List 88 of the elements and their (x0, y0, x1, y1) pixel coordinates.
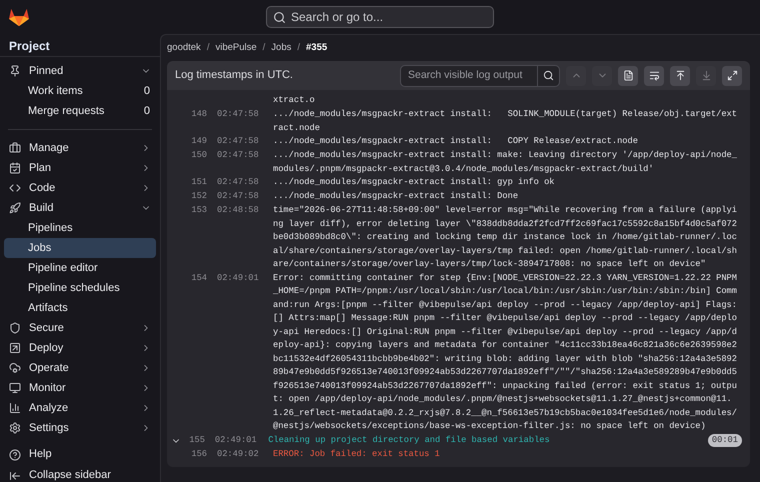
sidebar-item[interactable]: Build (4, 198, 156, 218)
log-message: xtract.o (273, 94, 316, 107)
line-number: 152 (191, 191, 207, 201)
search-icon (273, 10, 286, 24)
help-icon (9, 448, 21, 460)
scroll-bottom-icon (700, 70, 712, 81)
pin-icon (9, 65, 21, 77)
log-timestamp: 02:47:58 (217, 109, 259, 119)
breadcrumb-link[interactable]: vibePulse (215, 40, 257, 56)
log-message: .../node_modules/msgpackr-extract install: SOLINK_MODULE(target) Release/obj.target/extract.node (273, 108, 737, 134)
line-number: 148 (191, 109, 207, 119)
search-placeholder: Search or go to... (291, 9, 384, 26)
line-number: 151 (191, 177, 207, 187)
breadcrumb-separator: / (297, 40, 300, 55)
sidebar-item[interactable]: Analyze (4, 398, 156, 418)
log-timestamp: 02:49:01 (217, 272, 259, 282)
wrap-lines-icon (648, 70, 660, 81)
log-message: time="2026-06-27T11:48:58+09:00" level=error msg="While recovering from a failure (applying layer diff), error deleting layer \"838ddb8dda2f2fcd7ff2c69fac17c5592c8a15bf4d0c5af072be0d3b089bd8c0\": creating and locking temp dir instance lock in /home/gitlab-runner/.local/share/containers/storage/overlay-layers/tmp failed: open /home/gitlab-runner/.local/share/containers/storage/overlay-layers/tmp/lock-3894717808: no space left on device" (273, 204, 737, 271)
sidebar-subitem[interactable]: Jobs (4, 238, 156, 258)
sidebar-item[interactable]: Code (4, 178, 156, 198)
fullscreen-button[interactable] (722, 66, 742, 86)
sidebar-item[interactable]: Merge requests 0 (4, 101, 156, 121)
sidebar-item[interactable]: Manage (4, 138, 156, 158)
line-number: 156 (191, 448, 207, 458)
item-count: 0 (144, 104, 150, 119)
breadcrumb-link[interactable]: goodtek (167, 40, 201, 56)
breadcrumb-separator: / (206, 40, 210, 55)
line-number: 154 (191, 272, 207, 282)
monitor-icon (9, 382, 21, 394)
line-number: 153 (191, 205, 207, 215)
briefcase-icon (9, 142, 21, 154)
log-search-placeholder: Search visible log output (407, 68, 524, 83)
sidebar-item[interactable]: Operate (4, 358, 156, 378)
sidebar-item[interactable]: Settings (4, 418, 156, 438)
log-message: .../node_modules/msgpackr-extract install: gyp info ok (273, 176, 556, 189)
sidebar-section[interactable]: Pinned (4, 61, 156, 81)
sidebar-item[interactable]: Secure (4, 318, 156, 338)
log-timestamp: 02:47:58 (217, 136, 259, 146)
log-message: .../node_modules/msgpackr-extract install: COPY Release/extract.node (273, 135, 639, 148)
sidebar-subitem[interactable]: Pipeline editor (4, 258, 156, 278)
shield-icon (9, 322, 21, 334)
line-number: 149 (191, 136, 207, 146)
log-timestamp: 02:47:58 (217, 191, 259, 201)
sidebar-footer-item[interactable]: Collapse sidebar (4, 465, 156, 482)
breadcrumb-current[interactable]: #355 (306, 40, 328, 56)
fox-logo-icon[interactable] (8, 7, 30, 27)
calendar-icon (9, 162, 21, 174)
search-field[interactable]: Search or go to... (266, 6, 494, 28)
code-icon (9, 182, 21, 194)
rocket-icon (9, 202, 21, 214)
log-message: Error: committing container for step {Env:[NODE_VERSION=22.22.3 YARN_VERSION=1.22.22 PNPM_HOME=/pnpm PATH=/pnpm:/usr/local/sbin:/usr/local/bin:/usr/sbin:/usr/bin:/sbin:/bin] Command:run Args:[pnpm --filter @vibepulse/api deploy --prod --legacy /app/deploy-api] Flags:[] Attrs:map[] Message:RUN pnpm --filter @vibepulse/api deploy --prod --legacy /app/deploy-api Heredocs:[] Original:RUN pnpm --filter @vibepulse/api deploy --prod --legacy /app/deploy-api}: copying layers and metadata for container "4c11cc33b18ea46c821a36c6e2639598e2bc11532e4df26054311bcbb9be4b02": writing blob: adding layer with blob "sha256:12a4a3e589289b47e9b0dd5f926513e740013f09924ab53d2267707da1892eff"/""/"sha256:12a4a3e589289b47e9b0dd5f926513e740013f09924ab53d2267707da1892eff": unpacking failed (error: exit status 1; output: open /app/deploy-api/node_modules/.pnpm/@nestjs+websockets@11.1.27_@nestjs+common@11.1.26_reflect-metadata@0.2.2_rxjs@7.8.2__@n_f56613e57b19cb5bac0e1034fee5d1e6/node_modules/@nestjs/websockets/exceptions/base-ws-exception-filter.js: no space left on device) (273, 272, 737, 433)
log-timestamp: 02:48:58 (217, 205, 259, 215)
log-timestamp: 02:49:01 (214, 434, 257, 444)
error-message: ERROR: Job failed: exit status 1 (273, 448, 441, 460)
breadcrumb-separator: / (262, 40, 266, 55)
log-message: .../node_modules/msgpackr-extract install: Done (273, 190, 520, 203)
sidebar-item[interactable]: Work items 0 (4, 81, 156, 101)
line-number: 155 (189, 434, 205, 444)
bar-chart-icon (9, 402, 21, 414)
section-label: Pinned (29, 64, 64, 79)
sidebar-footer-item[interactable]: Help (4, 444, 156, 465)
item-count: 0 (144, 84, 150, 99)
sidebar-item[interactable]: Deploy (4, 338, 156, 358)
scroll-top-icon (674, 70, 686, 81)
log-notice: Log timestamps in UTC. (175, 68, 294, 84)
duration-badge: 00:01 (708, 434, 742, 447)
log-timestamp: 02:47:58 (217, 150, 259, 160)
log-timestamp: 02:47:58 (217, 177, 259, 187)
breadcrumb-link[interactable]: Jobs (271, 40, 292, 56)
sidebar-subitem[interactable]: Pipelines (4, 218, 156, 238)
log-search-field[interactable]: Search visible log output (400, 64, 560, 86)
log-timestamp: 02:49:02 (217, 448, 259, 458)
sidebar-item[interactable]: Monitor (4, 378, 156, 398)
wrap-lines-button[interactable] (644, 66, 664, 86)
settings-icon (9, 422, 21, 434)
arrow-box-icon (9, 342, 21, 354)
scroll-top-button[interactable] (670, 66, 690, 86)
log-message: .../node_modules/msgpackr-extract install: make: Leaving directory '/app/deploy-api/node_modules/.pnpm/msgpackr-extract@3.0.4/node_modules/msgpackr-extract/build' (273, 149, 737, 176)
collapse-icon (9, 470, 21, 482)
raw-log-button[interactable] (618, 66, 638, 86)
sidebar-subitem[interactable]: Artifacts (4, 298, 156, 318)
sidebar-subitem[interactable]: Pipeline schedules (4, 278, 156, 298)
sidebar-item[interactable]: Plan (4, 158, 156, 178)
raw-log-icon (622, 70, 634, 81)
line-number: 150 (191, 150, 207, 160)
fullscreen-icon (726, 70, 738, 81)
section-title: Cleaning up project directory and file based variables (268, 434, 551, 446)
cloud-icon (9, 362, 21, 374)
